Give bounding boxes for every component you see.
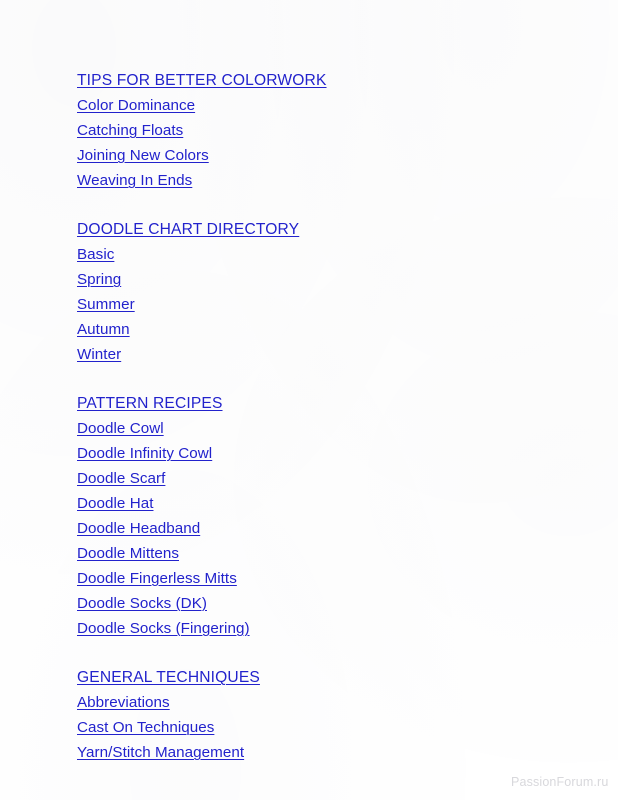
toc-item-link[interactable]: Winter [77, 342, 121, 367]
toc-item-link[interactable]: Cast On Techniques [77, 715, 214, 740]
table-of-contents: TIPS FOR BETTER COLORWORK Color Dominance… [77, 68, 547, 765]
toc-section: TIPS FOR BETTER COLORWORK Color Dominance… [77, 68, 547, 193]
toc-item-link[interactable]: Doodle Infinity Cowl [77, 441, 212, 466]
toc-item-link[interactable]: Doodle Hat [77, 491, 153, 516]
toc-section-heading-link[interactable]: TIPS FOR BETTER COLORWORK [77, 68, 327, 93]
toc-item-link[interactable]: Autumn [77, 317, 130, 342]
toc-section: GENERAL TECHNIQUES Abbreviations Cast On T… [77, 665, 547, 765]
toc-item-link[interactable]: Basic [77, 242, 114, 267]
toc-item-link[interactable]: Abbreviations [77, 690, 170, 715]
toc-item-link[interactable]: Spring [77, 267, 121, 292]
toc-item-link[interactable]: Yarn/Stitch Management [77, 740, 244, 765]
toc-item-link[interactable]: Doodle Fingerless Mitts [77, 566, 237, 591]
toc-item-link[interactable]: Summer [77, 292, 135, 317]
toc-section-heading-link[interactable]: GENERAL TECHNIQUES [77, 665, 260, 690]
toc-item-link[interactable]: Joining New Colors [77, 143, 209, 168]
toc-item-link[interactable]: Doodle Socks (DK) [77, 591, 207, 616]
toc-section: PATTERN RECIPES Doodle Cowl Doodle Infinit… [77, 391, 547, 641]
toc-item-link[interactable]: Catching Floats [77, 118, 183, 143]
toc-item-link[interactable]: Weaving In Ends [77, 168, 192, 193]
toc-item-link[interactable]: Doodle Mittens [77, 541, 179, 566]
toc-item-link[interactable]: Doodle Headband [77, 516, 200, 541]
toc-item-link[interactable]: Doodle Cowl [77, 416, 164, 441]
document-page: TIPS FOR BETTER COLORWORK Color Dominance… [0, 0, 618, 800]
toc-section-heading-link[interactable]: DOODLE CHART DIRECTORY [77, 217, 299, 242]
toc-section-heading-link[interactable]: PATTERN RECIPES [77, 391, 223, 416]
toc-item-link[interactable]: Color Dominance [77, 93, 195, 118]
watermark: PassionForum.ru [511, 775, 609, 789]
toc-item-link[interactable]: Doodle Socks (Fingering) [77, 616, 250, 641]
toc-section: DOODLE CHART DIRECTORY Basic Spring Summer A… [77, 217, 547, 367]
toc-item-link[interactable]: Doodle Scarf [77, 466, 165, 491]
